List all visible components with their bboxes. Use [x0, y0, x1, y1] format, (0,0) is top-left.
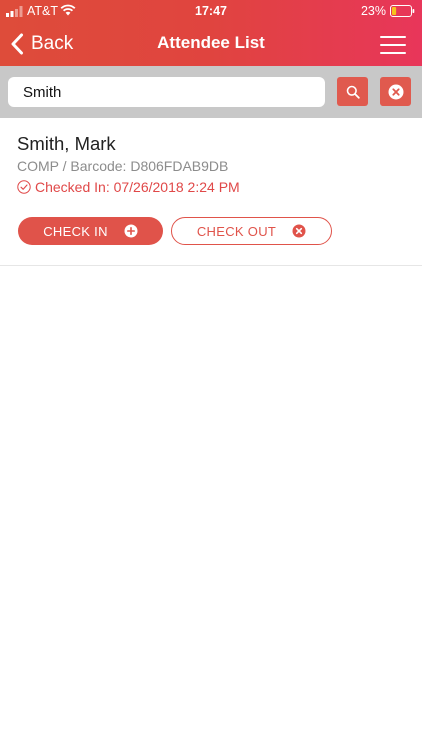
nav-bar: Back Attendee List: [0, 22, 422, 66]
check-in-status: Checked In: 07/26/2018 2:24 PM: [17, 179, 240, 195]
battery-icon: [390, 5, 415, 17]
search-button[interactable]: [337, 77, 368, 106]
attendee-row[interactable]: Smith, Mark COMP / Barcode: D806FDAB9DB …: [0, 118, 422, 266]
status-time: 17:47: [195, 4, 227, 18]
menu-button[interactable]: [380, 36, 406, 54]
check-out-label: CHECK OUT: [196, 223, 277, 239]
status-bar: AT&T 17:47 23%: [0, 0, 422, 22]
check-in-status-text: Checked In: 07/26/2018 2:24 PM: [35, 179, 240, 195]
check-out-button[interactable]: CHECK OUT: [171, 217, 332, 245]
back-chevron-icon: [11, 33, 23, 55]
clear-icon: [388, 84, 403, 99]
check-in-button[interactable]: CHECK IN: [18, 217, 163, 245]
battery-percent: 23%: [360, 4, 386, 18]
attendee-name: Smith, Mark: [17, 133, 116, 154]
app-screen: AT&T 17:47 23% Back Attendee List Smith …: [0, 0, 422, 750]
search-input[interactable]: [8, 77, 325, 107]
plus-circle-icon: [124, 224, 138, 238]
clear-search-button[interactable]: [380, 77, 411, 106]
check-circle-icon: [17, 180, 31, 194]
attendee-barcode: COMP / Barcode: D806FDAB9DB: [17, 158, 229, 174]
search-icon: [346, 85, 360, 99]
check-in-label: CHECK IN: [43, 223, 108, 239]
back-button[interactable]: Back: [10, 31, 73, 57]
x-circle-icon: [292, 224, 306, 238]
search-bar: [0, 66, 422, 118]
back-label: Back: [31, 33, 74, 54]
header: AT&T 17:47 23% Back Attendee List: [0, 0, 422, 66]
